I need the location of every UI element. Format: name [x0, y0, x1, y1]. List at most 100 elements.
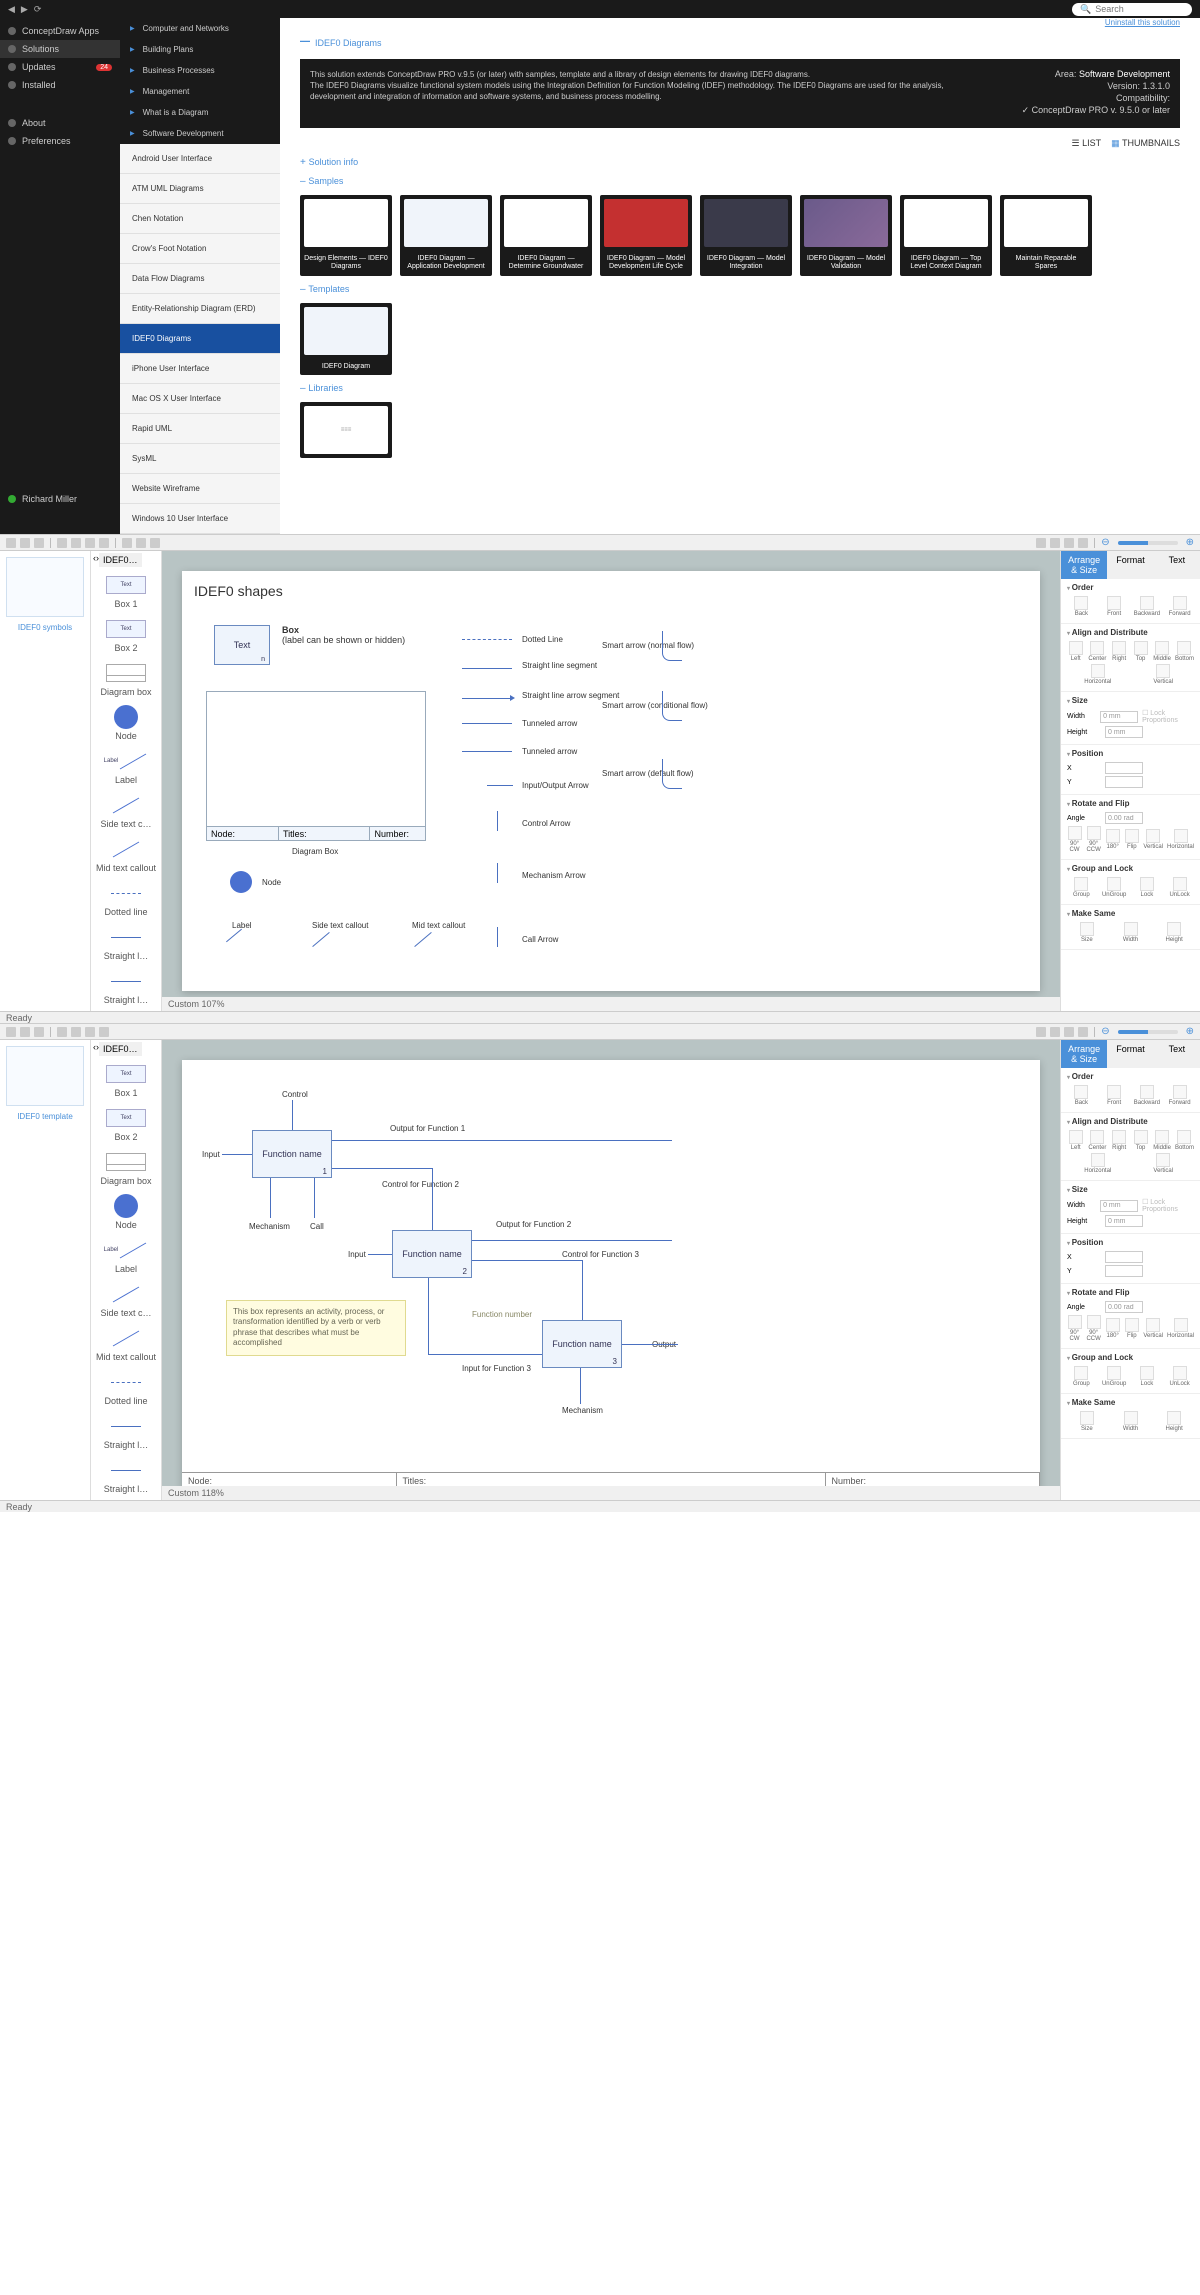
group-btn[interactable]: Group [1067, 1366, 1096, 1387]
rotate-btn[interactable]: Vertical [1143, 1318, 1163, 1339]
tool-icon[interactable] [1050, 538, 1060, 548]
tool-icon[interactable] [1064, 1027, 1074, 1037]
props-tab[interactable]: Format [1107, 551, 1153, 579]
subcategory-item[interactable]: IDEF0 Diagrams [120, 324, 280, 354]
group-btn[interactable]: UnLock [1165, 1366, 1194, 1387]
tool-icon[interactable] [85, 538, 95, 548]
nav-back[interactable]: ◀ [8, 4, 15, 15]
subcategory-item[interactable]: Rapid UML [120, 414, 280, 444]
subcategory-item[interactable]: Crow's Foot Notation [120, 234, 280, 264]
shape-palette-item[interactable]: Side text c… [91, 789, 161, 833]
tool-icon[interactable] [34, 1027, 44, 1037]
order-btn[interactable]: Backward [1133, 596, 1162, 617]
library-thumb[interactable]: ≡≡≡ [300, 402, 392, 458]
props-group-lock[interactable]: Group and Lock [1067, 864, 1194, 873]
category-item[interactable]: Business Processes [120, 60, 280, 81]
view-thumbnails[interactable]: ▦ THUMBNAILS [1111, 138, 1180, 149]
sample-thumb[interactable]: IDEF0 Diagram — Model Validation [800, 195, 892, 276]
subcategory-item[interactable]: Website Wireframe [120, 474, 280, 504]
document-thumbnail[interactable] [6, 1046, 84, 1106]
group-btn[interactable]: UnLock [1165, 877, 1194, 898]
zoom-out-icon[interactable]: ⊖ [1101, 537, 1109, 548]
tool-icon[interactable] [136, 538, 146, 548]
sample-thumb[interactable]: IDEF0 Diagram [300, 303, 392, 375]
align-btn[interactable]: Center [1088, 641, 1106, 662]
tool-icon[interactable] [1064, 538, 1074, 548]
shape-palette-item[interactable]: Node [91, 1190, 161, 1234]
height-input[interactable] [1105, 726, 1143, 738]
nav-reload[interactable]: ⟳ [34, 4, 42, 15]
rotate-btn[interactable]: 180° [1105, 829, 1120, 850]
order-btn[interactable]: Forward [1165, 1085, 1194, 1106]
shape-palette-item[interactable]: Straight l… [91, 1454, 161, 1498]
rotate-btn[interactable]: 90° CCW [1086, 1315, 1101, 1342]
category-item[interactable]: Software Development [120, 123, 280, 144]
rotate-btn[interactable]: 90° CW [1067, 826, 1082, 853]
width-input[interactable] [1100, 1200, 1138, 1212]
shape-palette-item[interactable]: Side text c… [91, 1278, 161, 1322]
shape-palette-item[interactable]: TextBox 1 [91, 1058, 161, 1102]
section-libraries[interactable]: – Libraries [300, 383, 1180, 394]
x-input[interactable] [1105, 1251, 1143, 1263]
rotate-btn[interactable]: Flip [1124, 829, 1139, 850]
subcategory-item[interactable]: ATM UML Diagrams [120, 174, 280, 204]
angle-input[interactable] [1105, 812, 1143, 824]
y-input[interactable] [1105, 776, 1143, 788]
subcategory-item[interactable]: Data Flow Diagrams [120, 264, 280, 294]
rotate-btn[interactable]: Horizontal [1167, 1318, 1194, 1339]
props-tab[interactable]: Format [1107, 1040, 1153, 1068]
shape-palette-item[interactable]: Tunneled … [91, 1498, 161, 1500]
tool-icon[interactable] [34, 538, 44, 548]
tool-icon[interactable] [71, 538, 81, 548]
shape-palette-item[interactable]: Mid text callout [91, 1322, 161, 1366]
nav-forward[interactable]: ▶ [21, 4, 28, 15]
rotate-btn[interactable]: 90° CCW [1086, 826, 1101, 853]
shape-palette-item[interactable]: Tunneled … [91, 1009, 161, 1011]
tool-icon[interactable] [6, 538, 16, 548]
props-align[interactable]: Align and Distribute [1067, 1117, 1194, 1126]
zoom-slider[interactable] [1118, 1030, 1178, 1034]
rotate-btn[interactable]: 90° CW [1067, 1315, 1082, 1342]
props-position[interactable]: Position [1067, 1238, 1194, 1247]
rotate-btn[interactable]: Flip [1124, 1318, 1139, 1339]
section-samples[interactable]: – Samples [300, 176, 1180, 187]
shape-palette-item[interactable]: LabelLabel [91, 1234, 161, 1278]
shape-palette-item[interactable]: Mid text callout [91, 833, 161, 877]
category-item[interactable]: Building Plans [120, 39, 280, 60]
props-size[interactable]: Size [1067, 696, 1194, 705]
align-btn[interactable]: Top [1132, 641, 1149, 662]
zoom-in-icon[interactable]: ⊕ [1186, 1026, 1194, 1037]
align-btn[interactable]: Left [1067, 641, 1084, 662]
props-tab[interactable]: Text [1154, 551, 1200, 579]
tool-icon[interactable] [1036, 538, 1046, 548]
align-btn[interactable]: Right [1110, 1130, 1127, 1151]
category-item[interactable]: Computer and Networks [120, 18, 280, 39]
tool-icon[interactable] [99, 538, 109, 548]
subcategory-item[interactable]: SysML [120, 444, 280, 474]
zoom-slider[interactable] [1118, 541, 1178, 545]
align-btn[interactable]: Middle [1153, 1130, 1171, 1151]
props-order[interactable]: Order [1067, 583, 1194, 592]
align-btn[interactable]: Right [1110, 641, 1127, 662]
tool-icon[interactable] [1050, 1027, 1060, 1037]
zoom-indicator[interactable]: Custom 107% [168, 999, 225, 1009]
sidebar-preferences[interactable]: Preferences [0, 132, 120, 150]
sample-thumb[interactable]: IDEF0 Diagram — Determine Groundwater [500, 195, 592, 276]
search-input[interactable]: 🔍 Search [1072, 3, 1192, 16]
order-btn[interactable]: Front [1100, 596, 1129, 617]
shape-palette-item[interactable]: Straight l… [91, 965, 161, 1009]
sidebar-item-conceptdraw-apps[interactable]: ConceptDraw Apps [0, 22, 120, 40]
sample-thumb[interactable]: IDEF0 Diagram — Model Development Life C… [600, 195, 692, 276]
shape-palette-item[interactable]: Node [91, 701, 161, 745]
order-btn[interactable]: Front [1100, 1085, 1129, 1106]
subcategory-item[interactable]: Chen Notation [120, 204, 280, 234]
props-tab[interactable]: Arrange & Size [1061, 1040, 1107, 1068]
tool-icon[interactable] [20, 1027, 30, 1037]
tool-icon[interactable] [150, 538, 160, 548]
shapes-tab[interactable]: IDEF0… [99, 1042, 142, 1056]
shape-palette-item[interactable]: Dotted line [91, 877, 161, 921]
sample-thumb[interactable]: IDEF0 Diagram — Model Integration [700, 195, 792, 276]
angle-input[interactable] [1105, 1301, 1143, 1313]
shape-palette-item[interactable]: Straight l… [91, 1410, 161, 1454]
props-position[interactable]: Position [1067, 749, 1194, 758]
